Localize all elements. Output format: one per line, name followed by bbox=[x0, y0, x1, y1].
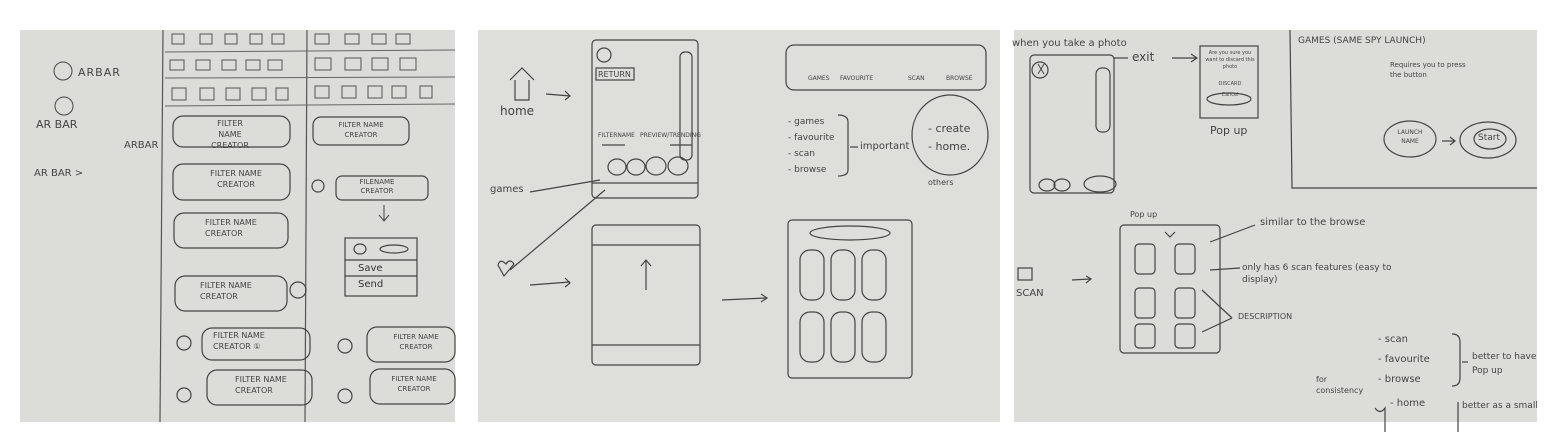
card-title: FILTER NAME bbox=[213, 331, 265, 340]
consistency-label: for consistency bbox=[1316, 375, 1364, 395]
bar-label-favourite: FAVOURITE bbox=[840, 75, 874, 82]
only-has-label: only has 6 scan features (easy to displa… bbox=[1242, 263, 1392, 285]
list-item: - browse bbox=[1378, 374, 1421, 385]
card-title: FILTER NAME bbox=[391, 375, 437, 383]
sketch-panel-1: ARBAR AR BAR ARBAR AR BAR > FILTER NAME … bbox=[0, 0, 470, 446]
return-label: RETURN bbox=[598, 70, 631, 79]
list-item: - games bbox=[788, 117, 825, 127]
right-card-2: FILENAME CREATOR bbox=[352, 178, 402, 196]
description-label: DESCRIPTION bbox=[1238, 312, 1293, 321]
games-title: GAMES (SAME SPY LAUNCH) bbox=[1298, 36, 1426, 46]
launch-button: LAUNCH NAME bbox=[1390, 128, 1430, 146]
home-item: - home bbox=[1390, 398, 1426, 409]
filter-card-3: FILTER NAME CREATOR bbox=[205, 217, 265, 239]
popup-text: Are you sure you want to discard this ph… bbox=[1205, 50, 1255, 70]
card-title: FILTER NAME bbox=[210, 169, 262, 178]
list-item: - create bbox=[928, 122, 971, 135]
list-item: - favourite bbox=[1378, 354, 1430, 365]
popup-label: Pop up bbox=[1210, 124, 1248, 137]
bar-label-games: GAMES bbox=[808, 75, 830, 82]
arbar-label-2: AR BAR bbox=[36, 118, 78, 131]
popup-send: Send bbox=[358, 279, 384, 290]
exit-label: exit bbox=[1132, 50, 1155, 64]
launch-text: LAUNCH bbox=[1397, 129, 1423, 136]
arbar-label-1: ARBAR bbox=[78, 66, 121, 79]
card-title: FILTER NAME bbox=[338, 121, 384, 129]
games-sub: Requires you to press the button bbox=[1390, 61, 1466, 79]
list-item: - scan bbox=[1378, 334, 1408, 345]
card-creator: CREATOR bbox=[397, 385, 431, 393]
card-title: FILTER NAME bbox=[235, 375, 287, 384]
filter-card-5: FILTER NAME CREATOR ① bbox=[213, 330, 283, 352]
right-card-3: FILTER NAME CREATOR bbox=[388, 332, 444, 352]
filter-card-4: FILTER NAME CREATOR bbox=[200, 280, 260, 302]
card-creator: CREATOR bbox=[205, 229, 243, 238]
card-title: FILTER NAME bbox=[393, 333, 439, 341]
card-creator: CREATOR bbox=[360, 187, 394, 195]
card-creator: CREATOR ① bbox=[213, 342, 261, 351]
features-list: - scan - favourite - browse bbox=[1378, 330, 1430, 390]
list-item: - browse bbox=[788, 165, 827, 175]
list-item: - favourite bbox=[788, 133, 835, 143]
list-item: - scan bbox=[788, 149, 815, 159]
card-creator: CREATOR bbox=[200, 292, 238, 301]
others-list: - create - home. bbox=[928, 120, 970, 156]
card-creator: CREATOR bbox=[344, 131, 378, 139]
others-label: others bbox=[928, 178, 954, 187]
similar-label: similar to the browse bbox=[1260, 217, 1366, 228]
right-card-4: FILTER NAME CREATOR bbox=[386, 374, 442, 394]
filter-card-1: FILTER NAME CREATOR bbox=[205, 118, 255, 151]
home-label: home bbox=[500, 104, 535, 118]
important-list: - games - favourite - scan - browse bbox=[788, 114, 835, 178]
bar-label-browse: BROWSE bbox=[946, 75, 973, 82]
panel2-sketch bbox=[497, 39, 989, 379]
popup-label-2: Pop up bbox=[1130, 210, 1158, 219]
right-card-1: FILTER NAME CREATOR bbox=[333, 120, 389, 140]
filter-card-2: FILTER NAME CREATOR bbox=[208, 168, 264, 190]
better-popup-label: better to have Pop up bbox=[1472, 352, 1537, 376]
start-label: Start bbox=[1478, 133, 1500, 143]
card-title: FILTER NAME bbox=[205, 218, 257, 227]
important-label: important bbox=[860, 141, 910, 152]
sketch-panel-2: home games RETURN FILTERNAME PREVIEW/TRE… bbox=[470, 0, 1010, 446]
list-item: - home. bbox=[928, 140, 971, 153]
sketch-panel-3: when you take a photo exit Are you sure … bbox=[1010, 0, 1547, 446]
card-title: FILENAME bbox=[359, 178, 395, 186]
card-title: FILTER NAME bbox=[200, 281, 252, 290]
card-creator: CREATOR bbox=[399, 343, 433, 351]
screen-label-preview: PREVIEW/TRENDING bbox=[640, 132, 701, 139]
take-photo-label: when you take a photo bbox=[1012, 38, 1127, 49]
popup-save: Save bbox=[358, 263, 383, 274]
filter-card-6: FILTER NAME CREATOR bbox=[235, 374, 295, 396]
card-title: FILTER NAME bbox=[217, 119, 243, 139]
card-creator: CREATOR bbox=[217, 180, 255, 189]
popup-discard: Are you sure you want to discard this ph… bbox=[1204, 50, 1256, 99]
screen-label-filtername: FILTERNAME bbox=[598, 132, 635, 139]
scan-label: SCAN bbox=[1016, 288, 1044, 299]
card-creator: CREATOR bbox=[211, 141, 249, 150]
discard-button: DISCARD bbox=[1218, 81, 1242, 87]
arbar-label-3: ARBAR bbox=[124, 140, 159, 151]
bar-label-scan: SCAN bbox=[908, 75, 925, 82]
card-creator: CREATOR bbox=[235, 386, 273, 395]
arbar-label-4: AR BAR > bbox=[34, 168, 84, 179]
better-small-label: better as a small bbox=[1462, 401, 1538, 411]
cancel-button: Cancel bbox=[1221, 92, 1239, 98]
name-text: NAME bbox=[1401, 138, 1419, 145]
games-label: games bbox=[490, 184, 524, 195]
